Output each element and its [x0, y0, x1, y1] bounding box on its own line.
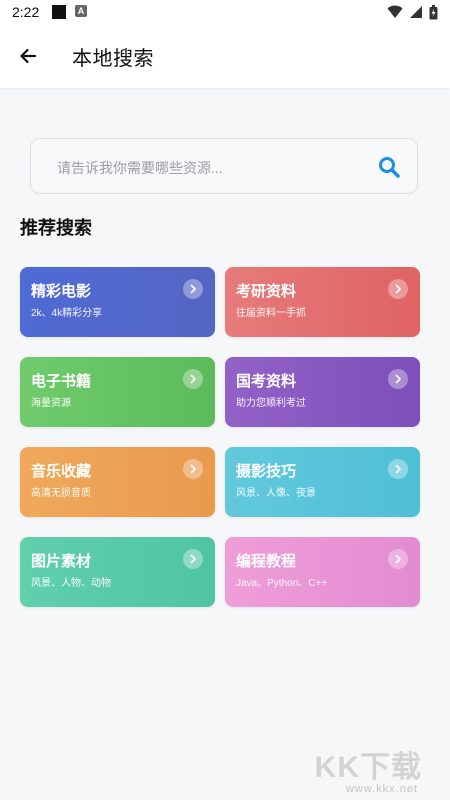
- page-title: 本地搜索: [72, 48, 154, 70]
- watermark-logo: KK下载: [314, 751, 422, 784]
- app-bar: 本地搜索: [0, 24, 450, 88]
- card-programming[interactable]: 编程教程 Java、Python、C++: [225, 537, 420, 607]
- section-title: 推荐搜索: [20, 218, 92, 238]
- card-subtitle: 高清无损音质: [31, 488, 91, 499]
- card-ebooks[interactable]: 电子书籍 海量资源: [20, 357, 215, 427]
- card-photography[interactable]: 摄影技巧 风景、人像、夜景: [225, 447, 420, 517]
- chevron-right-icon: [388, 459, 408, 479]
- card-image-assets[interactable]: 图片素材 风景、人物、动物: [20, 537, 215, 607]
- card-subtitle: Java、Python、C++: [236, 578, 328, 589]
- chevron-right-icon: [183, 369, 203, 389]
- card-movies[interactable]: 精彩电影 2k、4k精彩分享: [20, 267, 215, 337]
- a-icon: A: [75, 5, 87, 17]
- chevron-right-icon: [183, 459, 203, 479]
- status-time: 2:22: [12, 4, 40, 20]
- card-subtitle: 海量资源: [31, 398, 71, 409]
- arrow-left-icon: [20, 48, 37, 64]
- search-icon[interactable]: [377, 155, 401, 179]
- wifi-icon: [387, 5, 403, 18]
- search-input[interactable]: [55, 153, 359, 183]
- battery-icon: [429, 4, 438, 19]
- card-subtitle: 2k、4k精彩分享: [31, 308, 103, 319]
- card-music[interactable]: 音乐收藏 高清无损音质: [20, 447, 215, 517]
- chevron-right-icon: [388, 279, 408, 299]
- card-subtitle: 往届资料一手抓: [236, 308, 306, 319]
- back-button[interactable]: [8, 36, 48, 76]
- chevron-right-icon: [388, 369, 408, 389]
- card-postgrad-exam[interactable]: 考研资料 往届资料一手抓: [225, 267, 420, 337]
- status-icons: [387, 4, 438, 20]
- watermark-url: www.kkx.net: [345, 783, 418, 795]
- card-subtitle: 助力您顺利考过: [236, 398, 306, 409]
- chevron-right-icon: [183, 549, 203, 569]
- signal-icon: [410, 6, 422, 18]
- status-bar: 2:22 A: [0, 0, 450, 24]
- chevron-right-icon: [388, 549, 408, 569]
- card-civil-exam[interactable]: 国考资料 助力您顺利考过: [225, 357, 420, 427]
- card-subtitle: 风景、人物、动物: [31, 578, 111, 589]
- chevron-right-icon: [183, 279, 203, 299]
- card-subtitle: 风景、人像、夜景: [236, 488, 316, 499]
- search-box[interactable]: [30, 138, 418, 194]
- notification-square-icon: [52, 5, 66, 19]
